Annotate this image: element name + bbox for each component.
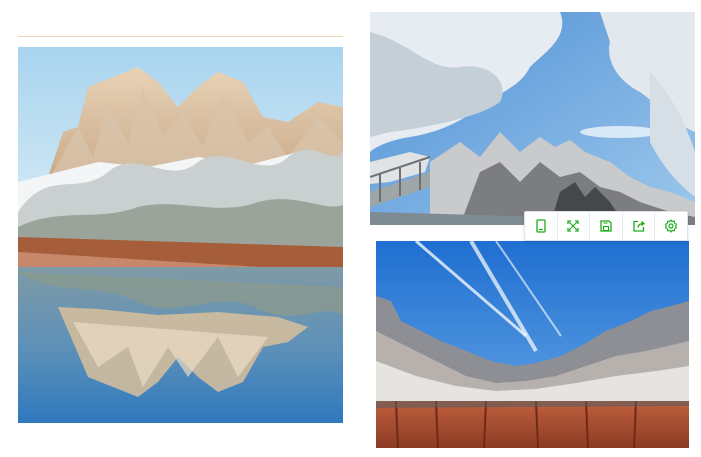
share-button[interactable]: [623, 212, 656, 240]
snowy-cliffs-lake-reflection-photo[interactable]: [18, 47, 343, 423]
settings-button[interactable]: [655, 212, 687, 240]
landscape-image: [376, 241, 689, 448]
divider-line: [18, 36, 343, 37]
save-button[interactable]: [590, 212, 623, 240]
share-icon: [632, 220, 645, 232]
red-canyon-cliffs-blue-sky-photo[interactable]: [376, 241, 689, 448]
phone-preview-button[interactable]: [525, 212, 558, 240]
fullscreen-icon: [567, 220, 580, 232]
article-image-grid: [0, 0, 701, 457]
save-icon: [600, 220, 612, 232]
fullscreen-button[interactable]: [558, 212, 591, 240]
landscape-image: [370, 12, 695, 225]
phone-preview-icon: [536, 219, 546, 233]
image-action-toolbar: [524, 211, 688, 241]
gear-icon: [665, 219, 678, 233]
frosted-trees-cliff-path-photo[interactable]: [370, 12, 695, 225]
landscape-image: [18, 47, 343, 423]
